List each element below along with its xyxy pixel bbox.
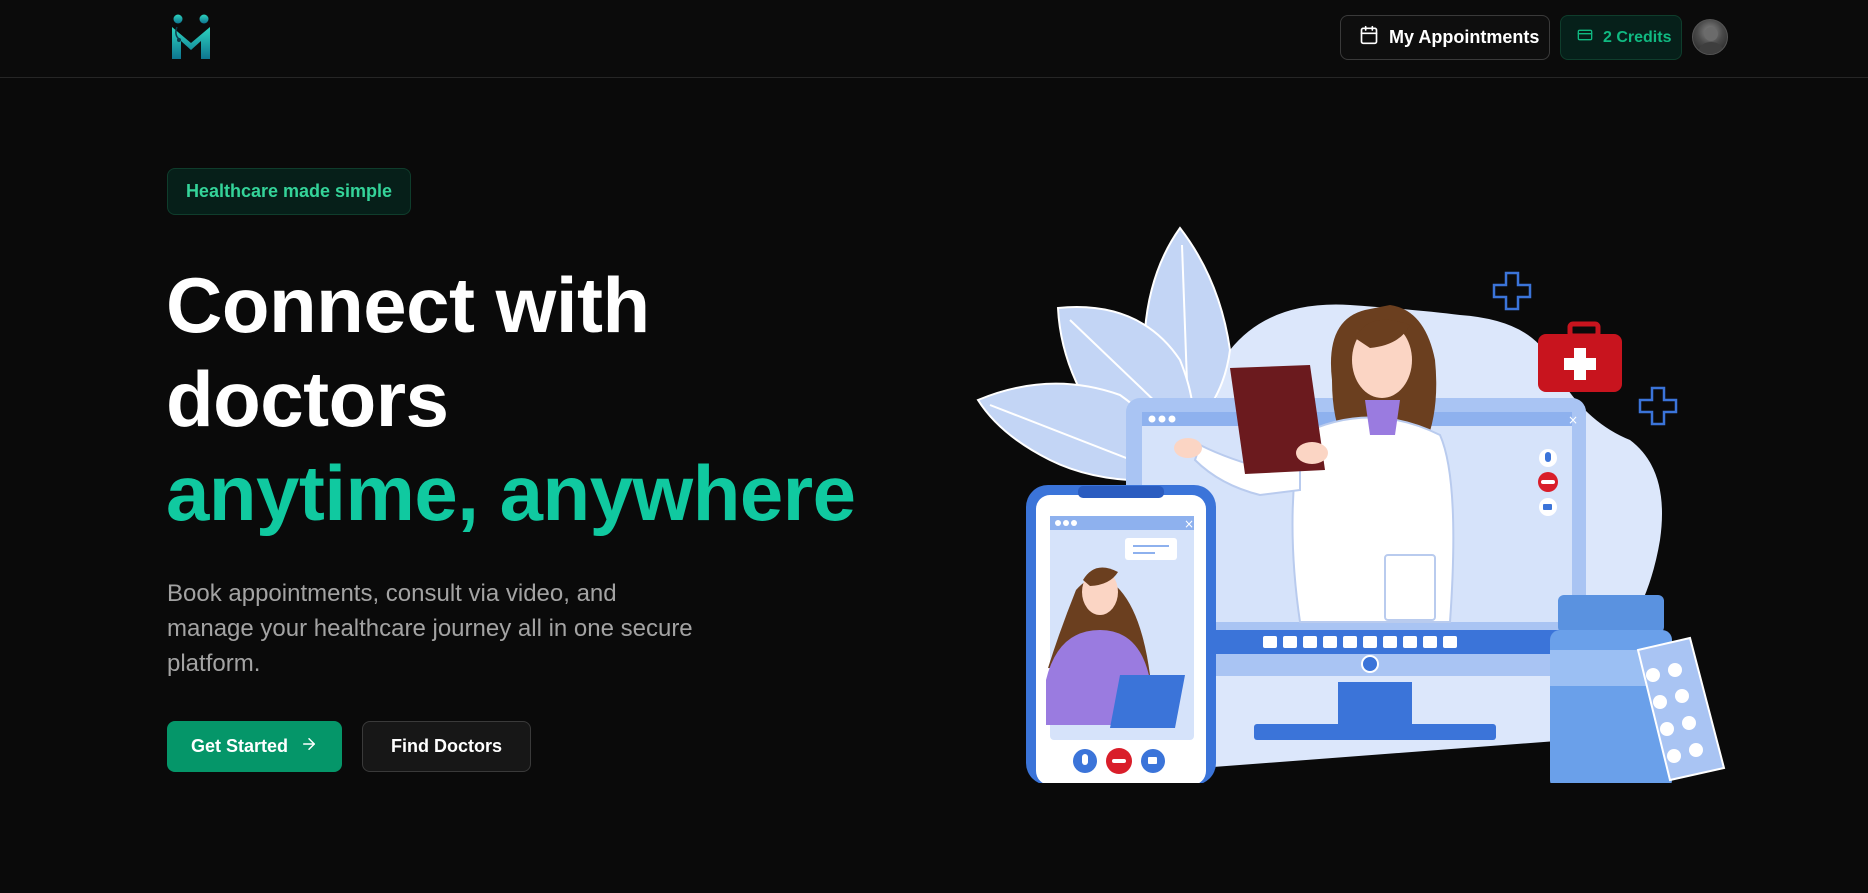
telemedicine-video-call-illustration: × × bbox=[970, 220, 1730, 790]
credits-label: 2 Credits bbox=[1603, 28, 1672, 46]
mobile-phone: × bbox=[1026, 485, 1216, 785]
credit-card-icon bbox=[1577, 27, 1593, 48]
my-appointments-button[interactable]: My Appointments bbox=[1340, 15, 1550, 60]
get-started-button[interactable]: Get Started bbox=[167, 721, 342, 772]
medical-logo-icon[interactable] bbox=[168, 13, 216, 61]
first-aid-kit-icon bbox=[1538, 321, 1622, 392]
svg-text:×: × bbox=[1568, 413, 1578, 427]
headline-line-2: doctors bbox=[166, 355, 449, 443]
headline-line-1: Connect with bbox=[166, 261, 650, 349]
headline-accent: anytime, anywhere bbox=[166, 449, 856, 537]
svg-text:×: × bbox=[1184, 517, 1194, 531]
my-appointments-label: My Appointments bbox=[1389, 27, 1540, 47]
find-doctors-label: Find Doctors bbox=[391, 736, 502, 756]
credits-button[interactable]: 2 Credits bbox=[1560, 15, 1682, 60]
hero-subtext: Book appointments, consult via video, an… bbox=[167, 580, 693, 677]
top-navbar: My Appointments 2 Credits bbox=[0, 0, 1868, 78]
user-avatar[interactable] bbox=[1692, 19, 1728, 55]
get-started-label: Get Started bbox=[190, 736, 289, 756]
find-doctors-button[interactable]: Find Doctors bbox=[362, 721, 531, 772]
hero-headline: Connect with doctors anytime, anywhere bbox=[166, 258, 856, 540]
tagline-badge: Healthcare made simple bbox=[167, 168, 411, 215]
calendar-icon bbox=[1359, 25, 1379, 50]
arrow-right-icon bbox=[300, 735, 318, 758]
